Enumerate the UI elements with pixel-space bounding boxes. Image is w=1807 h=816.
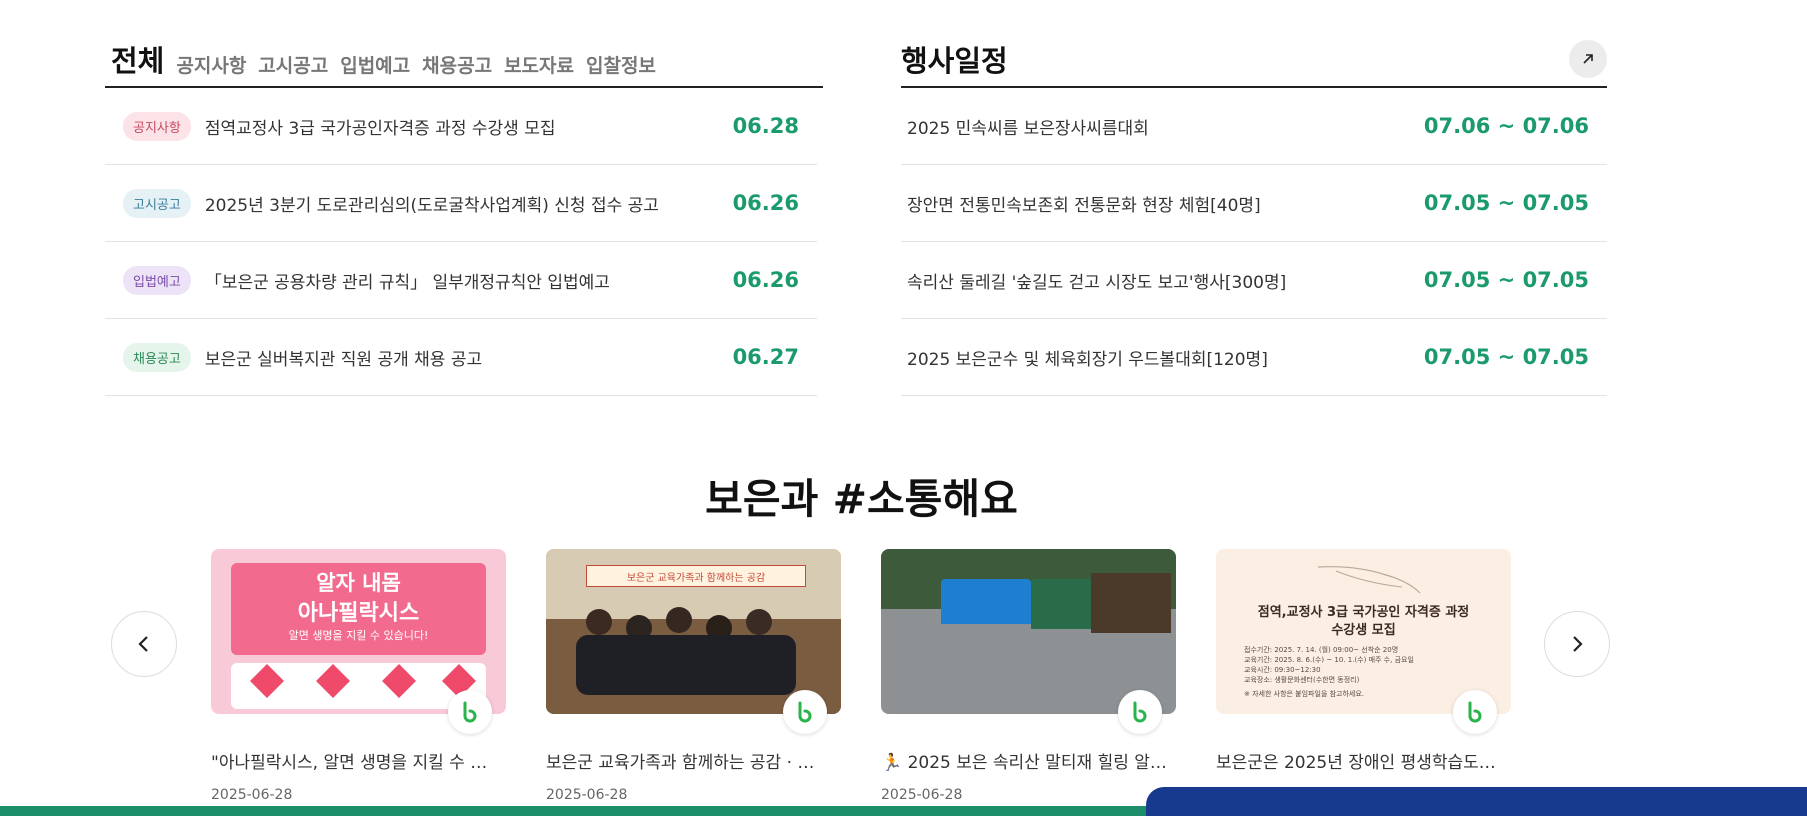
- tab-ipbeop[interactable]: 입법예고: [340, 57, 410, 76]
- event-title[interactable]: 2025 보은군수 및 체육회장기 우드볼대회[120명]: [907, 345, 1268, 370]
- next-button[interactable]: [1544, 611, 1610, 677]
- notice-date: 06.26: [732, 191, 799, 215]
- thumb-detail: 교육장소: 생활문화센터(수한면 동정리): [1244, 676, 1360, 684]
- event-row[interactable]: 장안면 전통민속보존회 전통문화 현장 체험[40명] 07.05 ~ 07.0…: [901, 165, 1607, 242]
- notice-title[interactable]: 2025년 3분기 도로관리심의(도로굴착사업계획) 신청 접수 공고: [205, 191, 721, 216]
- thumb-heading: 알자 내몸: [316, 571, 401, 595]
- card-date: 2025-06-28: [546, 787, 628, 803]
- notice-row[interactable]: 채용공고 보은군 실버복지관 직원 공개 채용 공고 06.27: [105, 319, 817, 396]
- notice-date: 06.27: [732, 345, 799, 369]
- thumb-heading: 수강생 모집: [1331, 623, 1396, 638]
- chevron-right-icon: [1573, 636, 1583, 652]
- card-thumbnail[interactable]: [881, 549, 1176, 714]
- event-row[interactable]: 2025 민속씨름 보은장사씨름대회 07.06 ~ 07.06: [901, 88, 1607, 165]
- card-thumbnail[interactable]: 알자 내몸 아나필락시스 알면 생명을 지킬 수 있습니다!: [211, 549, 506, 714]
- social-card[interactable]: 알자 내몸 아나필락시스 알면 생명을 지킬 수 있습니다! "아나필락시스, …: [211, 549, 506, 803]
- tab-all[interactable]: 전체: [111, 47, 164, 76]
- blog-b-icon: [1118, 690, 1162, 734]
- social-card[interactable]: 점역,교정사 3급 국가공인 자격증 과정 수강생 모집 접수기간: 2025.…: [1216, 549, 1511, 803]
- thumb-detail: 교육기간: 2025. 8. 6.(수) ~ 10. 1.(수) 매주 수, 금…: [1244, 656, 1414, 664]
- category-badge: 고시공고: [123, 188, 191, 218]
- social-card[interactable]: 🏃 2025 보은 속리산 말티재 힐링 알… 2025-06-28: [881, 549, 1176, 803]
- tab-bid[interactable]: 입찰정보: [586, 57, 656, 76]
- event-date: 07.05 ~ 07.05: [1423, 191, 1589, 215]
- category-badge: 공지사항: [123, 111, 191, 141]
- thumb-note: ※ 자세한 사항은 붙임파일을 참고하세요.: [1244, 690, 1365, 698]
- category-badge: 입법예고: [123, 265, 191, 295]
- tab-press[interactable]: 보도자료: [504, 57, 574, 76]
- notice-title[interactable]: 「보은군 공용차량 관리 규칙」 일부개정규칙안 입법예고: [205, 268, 721, 293]
- notice-board: 전체 공지사항 고시공고 입법예고 채용공고 보도자료 입찰정보 공지사항 점역…: [105, 28, 823, 396]
- social-card[interactable]: 보은군 교육가족과 함께하는 공감 보은군 교육가족과 함께하는 공감 · … …: [546, 549, 841, 803]
- thumb-subheading: 알면 생명을 지킬 수 있습니다!: [288, 629, 429, 642]
- card-date: 2025-06-28: [881, 787, 963, 803]
- event-title[interactable]: 2025 민속씨름 보은장사씨름대회: [907, 114, 1149, 139]
- notice-date: 06.28: [732, 114, 799, 138]
- events-header: 행사일정: [901, 28, 1607, 88]
- card-date: 2025-06-28: [211, 787, 293, 803]
- more-button[interactable]: [1569, 40, 1607, 78]
- thumb-detail: 접수기간: 2025. 7. 14. (월) 09:00~ 선착순 20명: [1244, 646, 1399, 654]
- thumb-detail: 교육시간: 09:30~12:30: [1244, 666, 1321, 674]
- footer-panel: [1146, 787, 1807, 816]
- event-title[interactable]: 장안면 전통민속보존회 전통문화 현장 체험[40명]: [907, 191, 1261, 216]
- notice-title[interactable]: 보은군 실버복지관 직원 공개 채용 공고: [205, 345, 721, 370]
- chevron-left-icon: [138, 636, 148, 652]
- prev-button[interactable]: [111, 611, 177, 677]
- event-date: 07.06 ~ 07.06: [1423, 114, 1589, 138]
- card-title[interactable]: "아나필락시스, 알면 생명을 지킬 수 …: [211, 748, 506, 773]
- event-row[interactable]: 속리산 둘레길 '숲길도 걷고 시장도 보고'행사[300명] 07.05 ~ …: [901, 242, 1607, 319]
- tab-notice[interactable]: 공지사항: [176, 57, 246, 76]
- card-title[interactable]: 🏃 2025 보은 속리산 말티재 힐링 알…: [881, 748, 1176, 773]
- notice-row[interactable]: 공지사항 점역교정사 3급 국가공인자격증 과정 수강생 모집 06.28: [105, 88, 817, 165]
- event-title[interactable]: 속리산 둘레길 '숲길도 걷고 시장도 보고'행사[300명]: [907, 268, 1286, 293]
- social-section-title: 보은과 #소통해요: [705, 475, 1018, 523]
- tab-gosi[interactable]: 고시공고: [258, 57, 328, 76]
- event-date: 07.05 ~ 07.05: [1423, 268, 1589, 292]
- arrow-up-right-icon: [1583, 54, 1593, 64]
- blog-b-icon: [783, 690, 827, 734]
- category-badge: 채용공고: [123, 342, 191, 372]
- event-row[interactable]: 2025 보은군수 및 체육회장기 우드볼대회[120명] 07.05 ~ 07…: [901, 319, 1607, 396]
- tab-chaeyong[interactable]: 채용공고: [422, 57, 492, 76]
- events-title: 행사일정: [901, 44, 1008, 78]
- card-title[interactable]: 보은군 교육가족과 함께하는 공감 · …: [546, 748, 841, 773]
- thumb-heading: 아나필락시스: [297, 601, 420, 626]
- notice-title[interactable]: 점역교정사 3급 국가공인자격증 과정 수강생 모집: [205, 114, 721, 139]
- notice-tabs: 전체 공지사항 고시공고 입법예고 채용공고 보도자료 입찰정보: [105, 28, 823, 88]
- event-list: 2025 민속씨름 보은장사씨름대회 07.06 ~ 07.06 장안면 전통민…: [901, 88, 1607, 396]
- card-thumbnail[interactable]: 점역,교정사 3급 국가공인 자격증 과정 수강생 모집 접수기간: 2025.…: [1216, 549, 1511, 714]
- notice-list: 공지사항 점역교정사 3급 국가공인자격증 과정 수강생 모집 06.28 고시…: [105, 88, 817, 396]
- card-thumbnail[interactable]: 보은군 교육가족과 함께하는 공감: [546, 549, 841, 714]
- hand-illustration: [1317, 566, 1421, 594]
- thumb-banner: 보은군 교육가족과 함께하는 공감: [626, 573, 766, 584]
- blog-b-icon: [448, 690, 492, 734]
- thumb-heading: 점역,교정사 3급 국가공인 자격증 과정: [1257, 605, 1470, 620]
- blog-b-icon: [1453, 690, 1497, 734]
- card-title[interactable]: 보은군은 2025년 장애인 평생학습도…: [1216, 748, 1511, 773]
- notice-row[interactable]: 고시공고 2025년 3분기 도로관리심의(도로굴착사업계획) 신청 접수 공고…: [105, 165, 817, 242]
- notice-row[interactable]: 입법예고 「보은군 공용차량 관리 규칙」 일부개정규칙안 입법예고 06.26: [105, 242, 817, 319]
- events-board: 행사일정 2025 민속씨름 보은장사씨름대회 07.06 ~ 07.06 장안…: [901, 28, 1607, 396]
- event-date: 07.05 ~ 07.05: [1423, 345, 1589, 369]
- notice-date: 06.26: [732, 268, 799, 292]
